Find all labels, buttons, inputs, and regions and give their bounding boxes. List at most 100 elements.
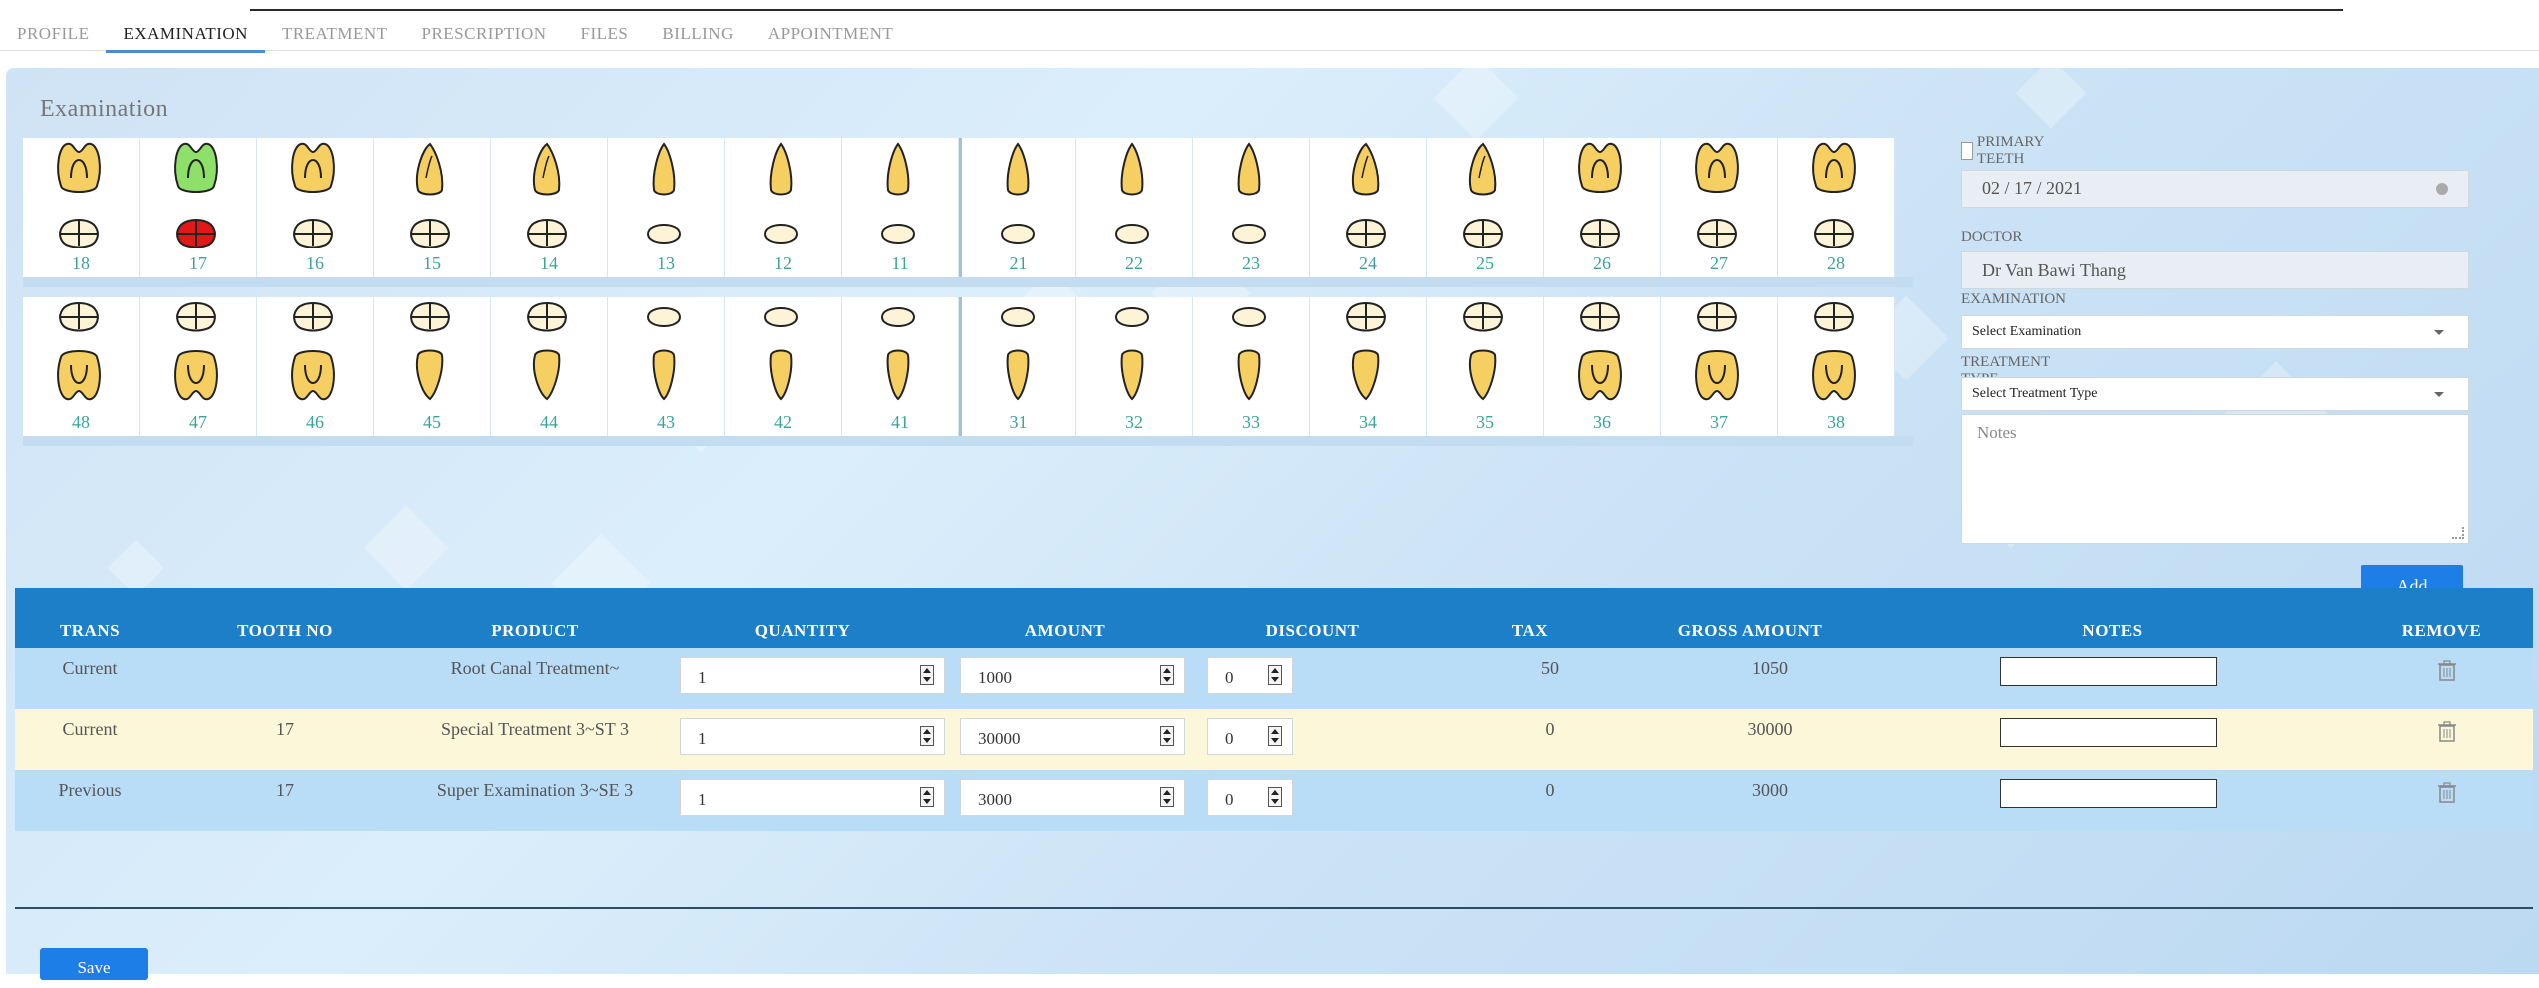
stepper-arrows-icon[interactable] [1268,665,1282,685]
tooth-37[interactable]: 37 [1661,297,1778,436]
tooth-36[interactable]: 36 [1544,297,1661,436]
treatment-type-select[interactable]: Select Treatment Type [1961,377,2469,411]
row-notes-input[interactable] [2000,718,2217,747]
stepper-arrows-icon[interactable] [1160,665,1174,685]
tooth-24[interactable]: 24 [1310,138,1427,277]
tooth-16[interactable]: 16 [257,138,374,277]
tooth-38[interactable]: 38 [1778,297,1895,436]
tab-appointment[interactable]: APPOINTMENT [751,20,910,50]
product-cell: Root Canal Treatment~ [450,658,620,678]
notes-textarea[interactable]: Notes [1961,414,2469,544]
tooth-number: 12 [774,253,792,273]
tooth-27[interactable]: 27 [1661,138,1778,277]
tooth-48[interactable]: 48 [23,297,140,436]
trash-icon[interactable] [2437,782,2457,804]
tooth-32[interactable]: 32 [1076,297,1193,436]
trash-icon[interactable] [2437,721,2457,743]
tab-profile[interactable]: PROFILE [0,20,106,50]
trans-cell: Previous [58,780,122,800]
amount-stepper[interactable]: 30000 [960,718,1185,755]
quantity-stepper[interactable]: 1 [680,657,945,694]
tooth-17[interactable]: 17 [140,138,257,277]
tooth-43[interactable]: 43 [608,297,725,436]
tooth-28[interactable]: 28 [1778,138,1895,277]
tooth-42[interactable]: 42 [725,297,842,436]
tab-billing[interactable]: BILLING [645,20,750,50]
tooth-15[interactable]: 15 [374,138,491,277]
tooth-45[interactable]: 45 [374,297,491,436]
table-row: Previous 17 Super Examination 3~SE 3 1 3… [15,770,2533,831]
discount-stepper[interactable]: 0 [1207,657,1293,694]
tooth-34[interactable]: 34 [1310,297,1427,436]
gross-amount-cell: 3000 [1752,780,1788,800]
tooth-23[interactable]: 23 [1193,138,1310,277]
amount-value: 3000 [978,790,1012,809]
tooth-number: 23 [1242,253,1260,273]
date-field[interactable]: 02 / 17 / 2021 [1961,170,2469,208]
tooth-11[interactable]: 11 [842,138,959,277]
stepper-arrows-icon[interactable] [1160,726,1174,746]
tooth-number: 46 [306,412,324,432]
tooth-22[interactable]: 22 [1076,138,1193,277]
tooth-number: 47 [189,412,207,432]
discount-stepper[interactable]: 0 [1207,718,1293,755]
primary-teeth-label: PRIMARY TEETH [1976,134,2044,167]
quantity-stepper[interactable]: 1 [680,779,945,816]
tooth-25[interactable]: 25 [1427,138,1544,277]
stepper-arrows-icon[interactable] [920,665,934,685]
tab-treatment[interactable]: TREATMENT [265,20,405,50]
column-header-gross-amount: GROSS AMOUNT [1677,621,1823,640]
quantity-stepper[interactable]: 1 [680,718,945,755]
tooth-number: 24 [1359,253,1377,273]
tooth-14[interactable]: 14 [491,138,608,277]
tooth-number: 13 [657,253,675,273]
tooth-41[interactable]: 41 [842,297,959,436]
tooth-number: 25 [1476,253,1494,273]
tooth-47[interactable]: 47 [140,297,257,436]
tooth-12[interactable]: 12 [725,138,842,277]
product-cell: Special Treatment 3~ST 3 [441,719,629,739]
clear-date-icon[interactable] [2436,183,2448,195]
quantity-value: 1 [698,668,707,687]
primary-teeth-checkbox[interactable] [1961,142,1973,160]
stepper-arrows-icon[interactable] [920,787,934,807]
tooth-13[interactable]: 13 [608,138,725,277]
tooth-31[interactable]: 31 [959,297,1076,436]
tab-prescription[interactable]: PRESCRIPTION [405,20,564,50]
tooth-44[interactable]: 44 [491,297,608,436]
tooth-number: 41 [891,412,909,432]
notes-placeholder: Notes [1977,423,2017,442]
row-notes-input[interactable] [2000,657,2217,686]
save-button[interactable]: Save [40,948,148,980]
tooth-18[interactable]: 18 [23,138,140,277]
table-header: TRANS TOOTH NO PRODUCT QUANTITY AMOUNT DISCOU… [15,588,2533,648]
resize-handle-icon[interactable] [2452,527,2464,539]
table-body: Current Root Canal Treatment~ 1 1000 0 5… [15,648,2533,831]
tab-examination[interactable]: EXAMINATION [106,20,265,53]
stepper-arrows-icon[interactable] [1160,787,1174,807]
tooth-46[interactable]: 46 [257,297,374,436]
stepper-arrows-icon[interactable] [1268,787,1282,807]
examination-select[interactable]: Select Examination [1961,315,2469,349]
column-header-tax: TAX [1511,621,1549,640]
trash-icon[interactable] [2437,660,2457,682]
tooth-33[interactable]: 33 [1193,297,1310,436]
tooth-number: 22 [1125,253,1143,273]
tooth-26[interactable]: 26 [1544,138,1661,277]
chevron-down-icon [2434,330,2444,335]
amount-stepper[interactable]: 3000 [960,779,1185,816]
tooth-no-cell: 17 [276,719,294,739]
stepper-arrows-icon[interactable] [920,726,934,746]
amount-stepper[interactable]: 1000 [960,657,1185,694]
stepper-arrows-icon[interactable] [1268,726,1282,746]
tab-files[interactable]: FILES [564,20,646,50]
column-header-remove: REMOVE [2401,621,2482,640]
table-row: Current 17 Special Treatment 3~ST 3 1 30… [15,709,2533,770]
tab-bar: PROFILE EXAMINATION TREATMENT PRESCRIPTION F… [0,20,2539,53]
quantity-value: 1 [698,790,707,809]
doctor-field: Dr Van Bawi Thang [1961,251,2469,289]
tooth-21[interactable]: 21 [959,138,1076,277]
row-notes-input[interactable] [2000,779,2217,808]
discount-stepper[interactable]: 0 [1207,779,1293,816]
tooth-35[interactable]: 35 [1427,297,1544,436]
